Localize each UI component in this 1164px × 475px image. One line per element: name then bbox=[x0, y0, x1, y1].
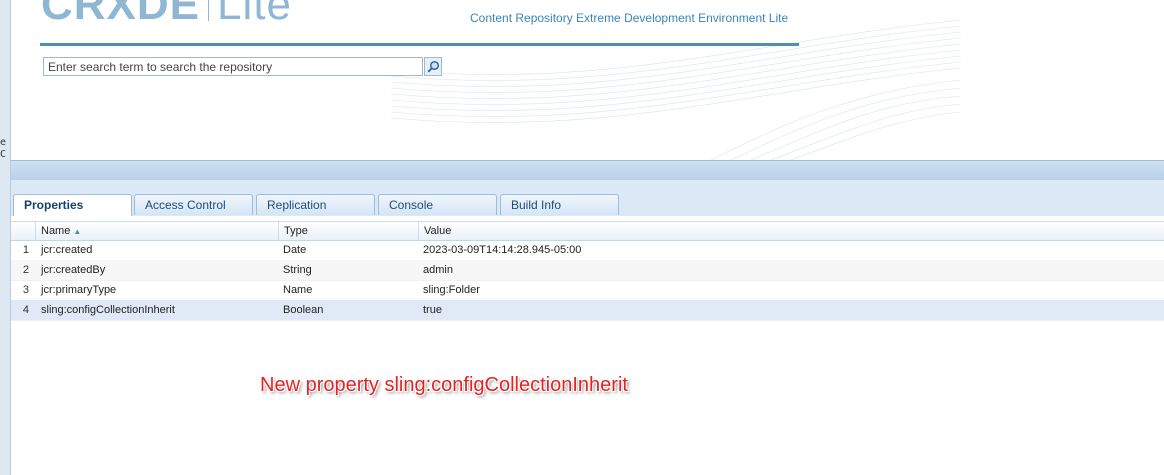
app-logo: CRXDE Lite bbox=[41, 0, 292, 30]
row-number: 3 bbox=[22, 284, 29, 296]
panel-splitter[interactable] bbox=[11, 160, 1164, 181]
property-value: 2023-03-09T14:14:28.945-05:00 bbox=[423, 244, 582, 256]
header-rownum bbox=[11, 222, 35, 240]
property-name: jcr:primaryType bbox=[41, 284, 117, 296]
tab-console[interactable]: Console bbox=[378, 194, 497, 215]
property-type: String bbox=[283, 264, 312, 276]
magnifier-icon bbox=[426, 60, 439, 73]
header-type[interactable]: Type bbox=[278, 222, 418, 240]
logo-sub: Lite bbox=[217, 0, 292, 29]
property-value: admin bbox=[423, 264, 453, 276]
left-panel-glyphs: e C bbox=[0, 137, 6, 161]
property-name: sling:configCollectionInherit bbox=[41, 304, 175, 316]
logo-divider bbox=[208, 0, 210, 21]
header-divider bbox=[40, 43, 799, 46]
property-value: true bbox=[423, 304, 442, 316]
panel-header-bar bbox=[11, 180, 1164, 194]
table-header: Name ▲ Type Value bbox=[11, 221, 1164, 241]
row-number: 1 bbox=[22, 244, 29, 256]
header: CRXDE Lite Content Repository Extreme Dev… bbox=[11, 0, 1164, 160]
property-value: sling:Folder bbox=[423, 284, 480, 296]
header-name[interactable]: Name ▲ bbox=[35, 222, 278, 240]
row-number: 2 bbox=[22, 264, 29, 276]
annotation-callout: New property sling:configCollectionInher… bbox=[260, 374, 628, 396]
tab-build-info[interactable]: Build Info bbox=[500, 194, 619, 215]
table-row-selected[interactable]: 4 sling:configCollectionInherit Boolean … bbox=[11, 300, 1164, 321]
property-name: jcr:createdBy bbox=[41, 264, 106, 276]
header-value[interactable]: Value bbox=[418, 222, 1164, 240]
tab-replication[interactable]: Replication bbox=[256, 194, 375, 215]
tab-properties[interactable]: Properties bbox=[13, 194, 132, 217]
sort-ascending-icon: ▲ bbox=[73, 227, 82, 236]
property-name: jcr:created bbox=[41, 244, 93, 256]
property-type: Boolean bbox=[283, 304, 324, 316]
left-panel-edge[interactable]: e C bbox=[0, 0, 11, 475]
table-row[interactable]: 1 jcr:created Date 2023-03-09T14:14:28.9… bbox=[11, 240, 1164, 261]
properties-table: Name ▲ Type Value 1 jcr:created Date 2023… bbox=[11, 216, 1164, 475]
row-number: 4 bbox=[22, 304, 29, 316]
property-type: Date bbox=[283, 244, 307, 256]
left-glyph-1: e bbox=[0, 137, 7, 148]
property-type: Name bbox=[283, 284, 313, 296]
repository-search-input[interactable]: Enter search term to search the reposito… bbox=[43, 57, 423, 76]
tab-access-control[interactable]: Access Control bbox=[134, 194, 253, 215]
bottom-tab-strip: Properties Access Control Replication Co… bbox=[11, 194, 1164, 217]
logo-main: CRXDE bbox=[41, 0, 201, 29]
left-glyph-2: C bbox=[0, 149, 7, 160]
app-tagline: Content Repository Extreme Development E… bbox=[470, 11, 789, 25]
table-row[interactable]: 2 jcr:createdBy String admin bbox=[11, 260, 1164, 281]
table-row[interactable]: 3 jcr:primaryType Name sling:Folder bbox=[11, 280, 1164, 301]
header-name-label: Name bbox=[41, 225, 71, 237]
search-button[interactable] bbox=[424, 57, 442, 76]
